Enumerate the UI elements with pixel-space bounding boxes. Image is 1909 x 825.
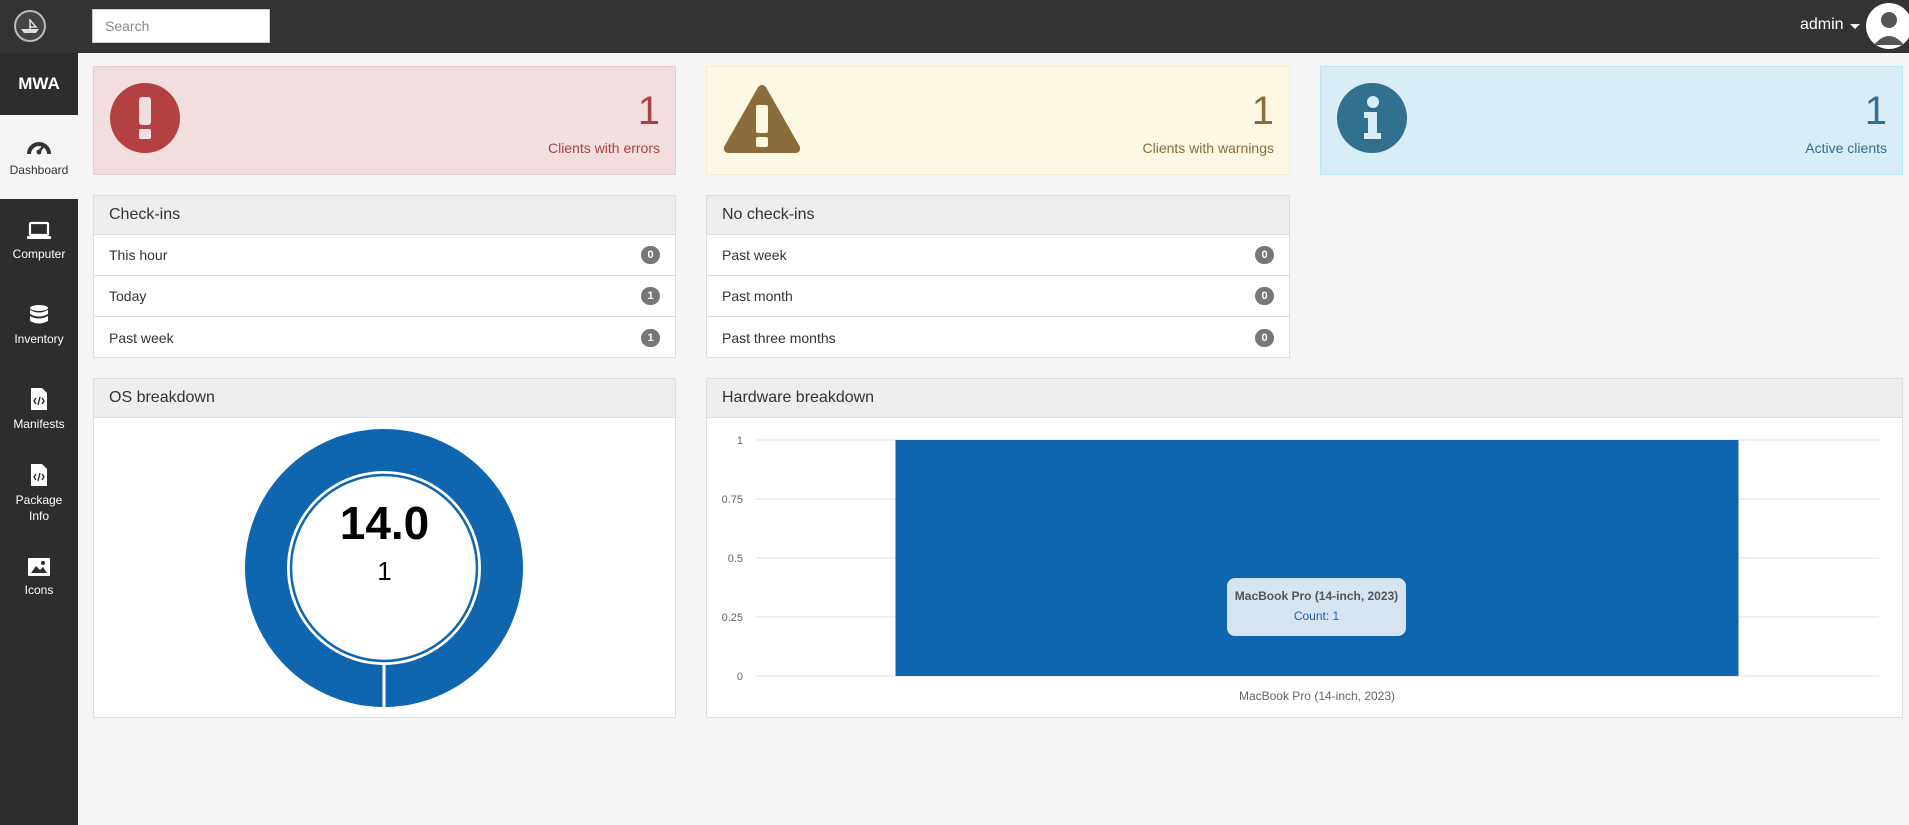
clients-with-warnings-card[interactable]: 1 Clients with warnings (706, 66, 1290, 175)
warnings-count: 1 (1251, 89, 1274, 133)
tooltip-title: MacBook Pro (14-inch, 2023) (1234, 589, 1399, 603)
panel-title: Check-ins (94, 196, 675, 235)
panel-title: No check-ins (707, 196, 1289, 235)
count-badge: 0 (1255, 287, 1274, 305)
image-icon (28, 557, 50, 576)
y-tick-label: 0.25 (722, 612, 743, 624)
sidebar: MWA Dashboard Computer Inventory Manifes… (0, 53, 78, 825)
count-badge: 0 (1255, 328, 1274, 347)
list-item[interactable]: Past three months 0 (707, 317, 1289, 358)
laptop-icon (27, 221, 51, 239)
dashboard-gauge-icon (27, 141, 51, 154)
panel-title: Hardware breakdown (707, 379, 1902, 418)
y-tick-label: 0.5 (728, 553, 743, 565)
list-item-label: Past three months (722, 329, 836, 346)
hardware-bar-chart: 0 0.25 0.5 0.75 1 MacBook Pro (14-inch, 2023) (722, 435, 1879, 703)
warning-triangle-icon (721, 81, 803, 155)
sidebar-item-computer[interactable]: Computer (0, 199, 78, 283)
sidebar-item-label: Dashboard (9, 162, 69, 177)
search-input[interactable] (92, 9, 270, 43)
sidebar-item-inventory[interactable]: Inventory (0, 283, 78, 367)
count-badge: 1 (641, 328, 660, 347)
sidebar-item-label: Package Info (15, 492, 63, 523)
brand-label[interactable]: MWA (0, 53, 78, 115)
clients-with-errors-card[interactable]: 1 Clients with errors (93, 66, 676, 175)
bar[interactable] (895, 440, 1739, 676)
no-checkins-panel: No check-ins Past week 0 Past month 0 Pa… (706, 195, 1290, 358)
sidebar-item-label: Computer (12, 246, 66, 261)
donut-center-version: 14.0 (339, 497, 430, 549)
errors-count: 1 (637, 89, 660, 133)
errors-label: Clients with errors (547, 140, 660, 156)
info-circle-icon (1337, 83, 1407, 153)
count-badge: 0 (1255, 246, 1274, 264)
sidebar-item-icons[interactable]: Icons (0, 535, 78, 619)
checkins-panel: Check-ins This hour 0 Today 1 Past week … (93, 195, 676, 358)
list-item[interactable]: Past week 0 (707, 235, 1289, 276)
list-item-label: Past week (722, 247, 787, 263)
tooltip-value: Count: 1 (1293, 609, 1340, 623)
list-item-label: Today (109, 288, 147, 304)
list-item[interactable]: Today 1 (94, 276, 675, 317)
hardware-breakdown-panel: Hardware breakdown 0 0.25 0.5 0.75 1 MacBook … (706, 378, 1903, 718)
active-clients-label: Active clients (1805, 140, 1887, 156)
sidebar-item-label: Inventory (14, 331, 64, 346)
list-item[interactable]: This hour 0 (94, 235, 675, 276)
list-item[interactable]: Past month 0 (707, 276, 1289, 317)
sidebar-item-label: Manifests (13, 416, 65, 431)
count-badge: 0 (641, 246, 660, 264)
database-icon (30, 304, 48, 323)
chevron-down-icon (1849, 23, 1860, 29)
list-item-label: Past week (109, 329, 174, 346)
y-tick-label: 1 (737, 435, 743, 447)
os-breakdown-panel: OS breakdown 14.0 1 (93, 378, 676, 718)
user-name: admin (1800, 16, 1844, 33)
x-tick-label: MacBook Pro (14-inch, 2023) (1239, 689, 1395, 703)
sidebar-item-label: Icons (24, 582, 54, 597)
panel-title: OS breakdown (94, 379, 675, 418)
y-tick-label: 0.75 (722, 494, 743, 506)
top-navbar: admin (0, 0, 1909, 53)
avatar[interactable] (1866, 3, 1909, 49)
file-code-icon (31, 387, 47, 410)
file-code-icon (31, 463, 47, 486)
list-item[interactable]: Past week 1 (94, 317, 675, 358)
count-badge: 1 (641, 287, 660, 305)
list-item-label: This hour (109, 247, 168, 263)
app-logo-icon[interactable] (14, 10, 46, 42)
os-donut-chart: 14.0 1 (94, 419, 675, 717)
sidebar-item-manifests[interactable]: Manifests (0, 367, 78, 451)
sidebar-item-package-info[interactable]: Package Info (0, 451, 78, 535)
active-clients-count: 1 (1864, 89, 1887, 133)
sidebar-item-dashboard[interactable]: Dashboard (0, 115, 78, 199)
y-tick-label: 0 (737, 671, 743, 683)
active-clients-card[interactable]: 1 Active clients (1320, 66, 1903, 175)
list-item-label: Past month (722, 288, 793, 304)
chart-tooltip: MacBook Pro (14-inch, 2023) Count: 1 (1227, 578, 1406, 636)
user-menu-dropdown[interactable]: admin (1800, 16, 1860, 34)
exclamation-circle-icon (110, 83, 180, 153)
donut-center-count: 1 (377, 556, 392, 586)
warnings-label: Clients with warnings (1142, 140, 1275, 156)
